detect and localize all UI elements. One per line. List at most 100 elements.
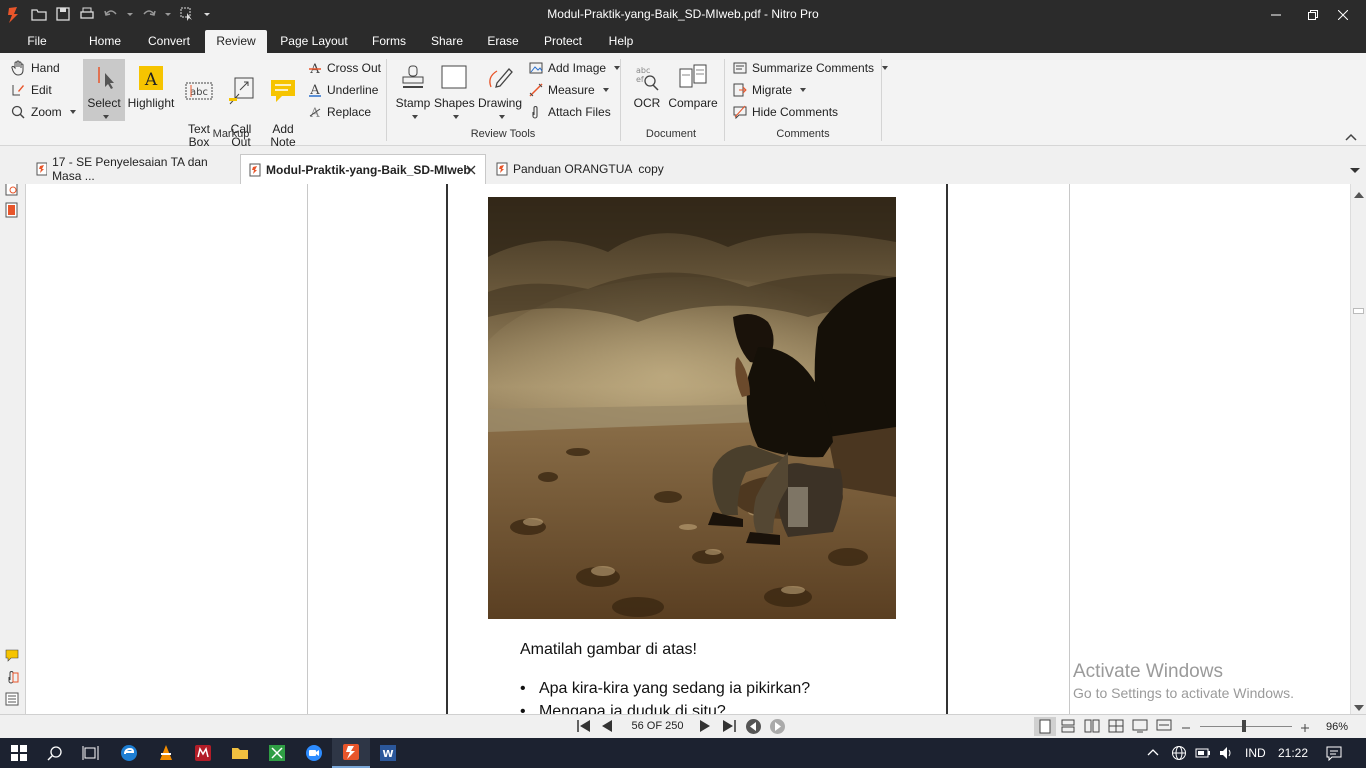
folder-icon — [232, 748, 248, 759]
single-page-view-button[interactable] — [1034, 717, 1056, 736]
chevron-down-icon — [498, 114, 505, 119]
bullet-item: • Apa kira-kira yang sedang ia pikirkan? — [520, 680, 811, 697]
tab-review[interactable]: Review — [205, 30, 267, 53]
tab-convert[interactable]: Convert — [139, 30, 199, 53]
review-tools-group-label: Review Tools — [470, 128, 536, 140]
tab-share[interactable]: Share — [424, 30, 470, 53]
ocr-button[interactable]: abc ef OCR — [628, 59, 666, 110]
shapes-icon — [441, 65, 467, 89]
migrate-label: Migrate — [752, 83, 793, 97]
hand-tool-button[interactable]: Hand — [10, 58, 60, 78]
fit-page-button[interactable] — [1132, 719, 1148, 736]
cross-out-button[interactable]: A Cross Out — [308, 58, 381, 78]
close-tab-icon[interactable] — [466, 164, 476, 178]
tab-home[interactable]: Home — [80, 30, 130, 53]
zoom-slider-track[interactable] — [1200, 726, 1292, 727]
measure-button[interactable]: Measure — [529, 80, 609, 100]
tab-protect[interactable]: Protect — [536, 30, 590, 53]
replace-button[interactable]: A Replace — [308, 102, 371, 122]
shapes-button[interactable]: Shapes — [434, 59, 475, 123]
show-hidden-icons-button[interactable] — [1147, 746, 1159, 761]
attachments-panel-icon[interactable] — [5, 670, 19, 687]
zoom-tool-button[interactable]: Zoom — [10, 102, 76, 122]
tab-help[interactable]: Help — [600, 30, 642, 53]
taskbar-vlc[interactable] — [147, 738, 185, 768]
battery-icon[interactable] — [1195, 747, 1211, 762]
close-window-button[interactable] — [1320, 0, 1366, 30]
comments-panel-icon[interactable] — [5, 648, 19, 665]
tab-list-dropdown[interactable] — [1350, 164, 1360, 178]
taskbar-search-button[interactable] — [36, 738, 74, 768]
last-page-icon — [723, 720, 736, 732]
clock[interactable]: 21:22 — [1278, 746, 1308, 760]
doc-tab-2[interactable]: Modul-Praktik-yang-Baik_SD-MIweb — [240, 154, 486, 184]
doc-tab-3[interactable]: Panduan ORANGTUA copy — [488, 154, 688, 184]
taskbar-excel[interactable] — [258, 738, 296, 768]
continuous-view-button[interactable] — [1060, 719, 1076, 736]
stamp-button[interactable]: Stamp — [394, 59, 432, 123]
ribbon: Hand Edit Zoom Select A Highlight abc Te… — [0, 53, 1366, 149]
hide-comments-button[interactable]: Hide Comments — [733, 102, 838, 122]
text-box-icon: abc — [185, 82, 213, 100]
attach-files-button[interactable]: Attach Files — [529, 102, 611, 122]
summarize-comments-button[interactable]: Summarize Comments — [733, 58, 889, 78]
select-button[interactable]: Select — [83, 59, 125, 121]
measure-label: Measure — [548, 83, 595, 97]
tab-page-layout[interactable]: Page Layout — [275, 30, 353, 53]
start-button[interactable] — [0, 738, 38, 768]
facing-view-button[interactable] — [1084, 719, 1100, 736]
taskbar-word[interactable]: W — [369, 738, 407, 768]
facing-continuous-view-button[interactable] — [1108, 719, 1124, 736]
tab-forms[interactable]: Forms — [364, 30, 414, 53]
task-view-button[interactable] — [72, 738, 110, 768]
edit-tool-button[interactable]: Edit — [10, 80, 52, 100]
taskbar-nitro-pro[interactable] — [332, 738, 370, 768]
zoom-level[interactable]: 96% — [1326, 721, 1348, 733]
volume-icon[interactable] — [1218, 745, 1234, 764]
vertical-scrollbar[interactable] — [1350, 184, 1366, 714]
replace-label: Replace — [327, 105, 372, 119]
scroll-down-arrow[interactable] — [1354, 701, 1364, 715]
document-viewer[interactable]: Amatilah gambar di atas! • Apa kira-kira… — [26, 184, 1350, 714]
spreadsheet-icon — [269, 745, 285, 761]
previous-page-button[interactable] — [600, 719, 614, 736]
compare-button[interactable]: Compare — [668, 59, 718, 110]
last-page-button[interactable] — [721, 719, 737, 736]
fit-width-button[interactable] — [1156, 719, 1172, 736]
migrate-button[interactable]: Migrate — [733, 80, 807, 100]
taskbar-edge[interactable] — [110, 738, 148, 768]
scroll-up-arrow[interactable] — [1354, 188, 1364, 202]
taskbar-mendeley[interactable] — [184, 738, 222, 768]
next-page-button[interactable] — [698, 719, 712, 736]
input-language[interactable]: IND — [1245, 746, 1266, 760]
next-view-button[interactable] — [769, 718, 786, 738]
minus-icon — [1182, 727, 1190, 729]
bookmarks-panel-icon[interactable] — [5, 202, 19, 221]
continuous-icon — [1061, 719, 1075, 733]
underline-button[interactable]: A Underline — [308, 80, 378, 100]
tab-file[interactable]: File — [18, 30, 56, 53]
pdf-page: Amatilah gambar di atas! • Apa kira-kira… — [446, 184, 948, 714]
first-page-button[interactable] — [576, 719, 592, 736]
replace-icon: A — [309, 106, 320, 119]
zoom-out-button[interactable] — [1182, 721, 1190, 735]
tab-erase[interactable]: Erase — [480, 30, 526, 53]
taskbar-zoom[interactable] — [295, 738, 333, 768]
doc-tab-1[interactable]: 17 - SE Penyelesaian TA dan Masa ... — [28, 154, 238, 184]
drawing-button[interactable]: Drawing — [476, 59, 524, 123]
taskbar-file-explorer[interactable] — [221, 738, 259, 768]
network-icon[interactable] — [1171, 745, 1187, 764]
output-panel-icon[interactable] — [5, 692, 19, 709]
stamp-label: Stamp — [395, 96, 431, 110]
action-center-icon[interactable] — [1326, 745, 1342, 764]
spread-guide-line — [307, 184, 308, 714]
add-image-button[interactable]: Add Image — [529, 58, 621, 78]
previous-view-button[interactable] — [745, 718, 762, 738]
cross-out-icon: A — [309, 62, 321, 75]
zoom-in-button[interactable] — [1301, 721, 1309, 735]
page-number-field[interactable]: 56 OF 250 — [625, 720, 690, 732]
collapse-ribbon-button[interactable] — [1345, 131, 1357, 145]
scroll-thumb[interactable] — [1353, 308, 1364, 314]
zoom-slider-thumb[interactable] — [1242, 720, 1246, 732]
highlight-button[interactable]: A Highlight — [127, 59, 175, 110]
